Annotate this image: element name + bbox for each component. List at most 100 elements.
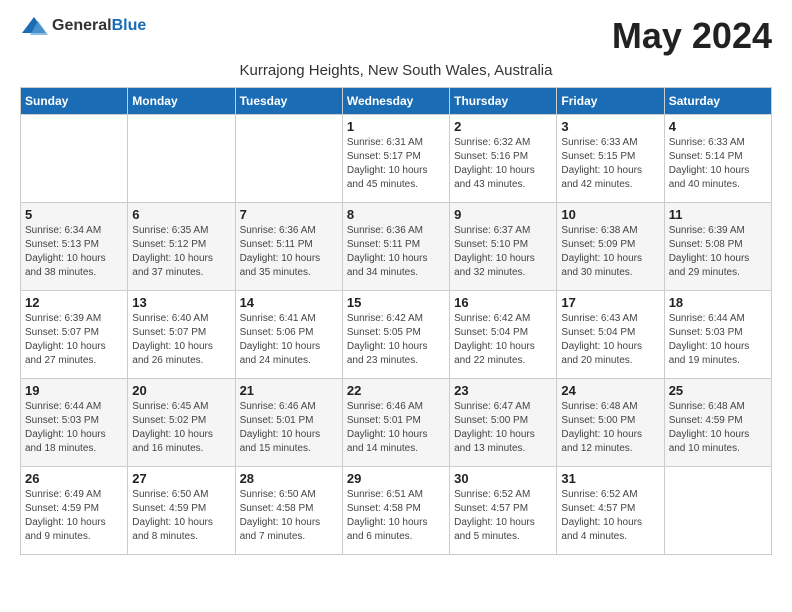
day-info: Sunrise: 6:50 AM Sunset: 4:58 PM Dayligh…: [240, 488, 338, 544]
table-row: 29 Sunrise: 6:51 AM Sunset: 4:58 PM Dayli…: [342, 467, 449, 555]
table-row: [128, 115, 235, 203]
table-row: 12Sunrise: 6:39 AM Sunset: 5:07 PM Dayli…: [21, 291, 128, 379]
logo: GeneralBlue: [20, 15, 146, 37]
day-info: Sunrise: 6:52 AM Sunset: 4:57 PM Dayligh…: [454, 488, 552, 544]
table-row: 5 Sunrise: 6:34 AM Sunset: 5:13 PM Daylig…: [21, 203, 128, 291]
day-number: 23: [454, 383, 552, 398]
table-row: 25 Sunrise: 6:48 AM Sunset: 4:59 PM Dayli…: [664, 379, 771, 467]
day-info: Sunrise: 6:51 AM Sunset: 4:58 PM Dayligh…: [347, 488, 445, 544]
table-row: 23 Sunrise: 6:47 AM Sunset: 5:00 PM Dayli…: [450, 379, 557, 467]
day-number: 5: [25, 207, 123, 222]
day-info: Sunrise: 6:42 AM Sunset: 5:05 PM Dayligh…: [347, 312, 445, 368]
day-number: 11: [669, 207, 767, 222]
day-number: 2: [454, 119, 552, 134]
table-row: 7 Sunrise: 6:36 AM Sunset: 5:11 PM Daylig…: [235, 203, 342, 291]
day-info: Sunrise: 6:35 AM Sunset: 5:12 PM Dayligh…: [132, 224, 230, 280]
table-row: 22Sunrise: 6:46 AM Sunset: 5:01 PM Dayli…: [342, 379, 449, 467]
day-info: Sunrise: 6:32 AM Sunset: 5:16 PM Dayligh…: [454, 136, 552, 192]
day-number: 22: [347, 383, 445, 398]
table-row: 6 Sunrise: 6:35 AM Sunset: 5:12 PM Daylig…: [128, 203, 235, 291]
calendar-week-5: 26 Sunrise: 6:49 AM Sunset: 4:59 PM Dayli…: [21, 467, 772, 555]
table-row: 27 Sunrise: 6:50 AM Sunset: 4:59 PM Dayli…: [128, 467, 235, 555]
day-info: Sunrise: 6:42 AM Sunset: 5:04 PM Dayligh…: [454, 312, 552, 368]
day-number: 19: [25, 383, 123, 398]
day-number: 4: [669, 119, 767, 134]
day-number: 25: [669, 383, 767, 398]
table-row: 14Sunrise: 6:41 AM Sunset: 5:06 PM Dayli…: [235, 291, 342, 379]
table-row: [664, 467, 771, 555]
day-info: Sunrise: 6:46 AM Sunset: 5:01 PM Dayligh…: [240, 400, 338, 456]
day-number: 16: [454, 295, 552, 310]
day-info: Sunrise: 6:36 AM Sunset: 5:11 PM Dayligh…: [240, 224, 338, 280]
calendar-table: Sunday Monday Tuesday Wednesday Thursday…: [20, 87, 772, 555]
day-number: 10: [561, 207, 659, 222]
table-row: 24 Sunrise: 6:48 AM Sunset: 5:00 PM Dayli…: [557, 379, 664, 467]
table-row: 18 Sunrise: 6:44 AM Sunset: 5:03 PM Dayli…: [664, 291, 771, 379]
day-info: Sunrise: 6:44 AM Sunset: 5:03 PM Dayligh…: [669, 312, 767, 368]
day-info: Sunrise: 6:48 AM Sunset: 4:59 PM Dayligh…: [669, 400, 767, 456]
day-info: Sunrise: 6:41 AM Sunset: 5:06 PM Dayligh…: [240, 312, 338, 368]
day-info: Sunrise: 6:49 AM Sunset: 4:59 PM Dayligh…: [25, 488, 123, 544]
header: GeneralBlue May 2024: [20, 15, 772, 57]
table-row: 28Sunrise: 6:50 AM Sunset: 4:58 PM Dayli…: [235, 467, 342, 555]
day-number: 20: [132, 383, 230, 398]
table-row: 10 Sunrise: 6:38 AM Sunset: 5:09 PM Dayli…: [557, 203, 664, 291]
day-number: 3: [561, 119, 659, 134]
table-row: 20 Sunrise: 6:45 AM Sunset: 5:02 PM Dayli…: [128, 379, 235, 467]
table-row: [21, 115, 128, 203]
day-info: Sunrise: 6:45 AM Sunset: 5:02 PM Dayligh…: [132, 400, 230, 456]
col-saturday: Saturday: [664, 88, 771, 115]
table-row: 1 Sunrise: 6:31 AM Sunset: 5:17 PM Daylig…: [342, 115, 449, 203]
logo-icon: [20, 15, 48, 37]
table-row: 9 Sunrise: 6:37 AM Sunset: 5:10 PM Daylig…: [450, 203, 557, 291]
day-info: Sunrise: 6:36 AM Sunset: 5:11 PM Dayligh…: [347, 224, 445, 280]
day-number: 8: [347, 207, 445, 222]
day-number: 13: [132, 295, 230, 310]
day-number: 15: [347, 295, 445, 310]
day-info: Sunrise: 6:31 AM Sunset: 5:17 PM Dayligh…: [347, 136, 445, 192]
col-friday: Friday: [557, 88, 664, 115]
table-row: 8 Sunrise: 6:36 AM Sunset: 5:11 PM Daylig…: [342, 203, 449, 291]
day-info: Sunrise: 6:33 AM Sunset: 5:14 PM Dayligh…: [669, 136, 767, 192]
table-row: 13Sunrise: 6:40 AM Sunset: 5:07 PM Dayli…: [128, 291, 235, 379]
day-info: Sunrise: 6:52 AM Sunset: 4:57 PM Dayligh…: [561, 488, 659, 544]
day-info: Sunrise: 6:47 AM Sunset: 5:00 PM Dayligh…: [454, 400, 552, 456]
day-info: Sunrise: 6:38 AM Sunset: 5:09 PM Dayligh…: [561, 224, 659, 280]
table-row: 19 Sunrise: 6:44 AM Sunset: 5:03 PM Dayli…: [21, 379, 128, 467]
logo-blue: Blue: [112, 17, 147, 34]
logo-general: General: [52, 17, 112, 34]
col-thursday: Thursday: [450, 88, 557, 115]
title-area: May 2024: [612, 15, 772, 57]
calendar-week-1: 1 Sunrise: 6:31 AM Sunset: 5:17 PM Daylig…: [21, 115, 772, 203]
day-info: Sunrise: 6:44 AM Sunset: 5:03 PM Dayligh…: [25, 400, 123, 456]
table-row: 4 Sunrise: 6:33 AM Sunset: 5:14 PM Daylig…: [664, 115, 771, 203]
day-number: 9: [454, 207, 552, 222]
day-number: 6: [132, 207, 230, 222]
day-number: 29: [347, 471, 445, 486]
day-number: 31: [561, 471, 659, 486]
table-row: 11 Sunrise: 6:39 AM Sunset: 5:08 PM Dayli…: [664, 203, 771, 291]
table-row: 3 Sunrise: 6:33 AM Sunset: 5:15 PM Daylig…: [557, 115, 664, 203]
day-number: 7: [240, 207, 338, 222]
day-info: Sunrise: 6:33 AM Sunset: 5:15 PM Dayligh…: [561, 136, 659, 192]
location-title: Kurrajong Heights, New South Wales, Aust…: [20, 62, 772, 79]
table-row: 15 Sunrise: 6:42 AM Sunset: 5:05 PM Dayli…: [342, 291, 449, 379]
day-info: Sunrise: 6:39 AM Sunset: 5:07 PM Dayligh…: [25, 312, 123, 368]
day-number: 26: [25, 471, 123, 486]
day-info: Sunrise: 6:48 AM Sunset: 5:00 PM Dayligh…: [561, 400, 659, 456]
table-row: 30Sunrise: 6:52 AM Sunset: 4:57 PM Dayli…: [450, 467, 557, 555]
day-number: 27: [132, 471, 230, 486]
table-row: 21Sunrise: 6:46 AM Sunset: 5:01 PM Dayli…: [235, 379, 342, 467]
col-sunday: Sunday: [21, 88, 128, 115]
table-row: 2 Sunrise: 6:32 AM Sunset: 5:16 PM Daylig…: [450, 115, 557, 203]
day-number: 1: [347, 119, 445, 134]
day-info: Sunrise: 6:39 AM Sunset: 5:08 PM Dayligh…: [669, 224, 767, 280]
day-number: 18: [669, 295, 767, 310]
table-row: 17Sunrise: 6:43 AM Sunset: 5:04 PM Dayli…: [557, 291, 664, 379]
table-row: 26 Sunrise: 6:49 AM Sunset: 4:59 PM Dayli…: [21, 467, 128, 555]
day-number: 17: [561, 295, 659, 310]
day-number: 24: [561, 383, 659, 398]
day-info: Sunrise: 6:37 AM Sunset: 5:10 PM Dayligh…: [454, 224, 552, 280]
day-info: Sunrise: 6:34 AM Sunset: 5:13 PM Dayligh…: [25, 224, 123, 280]
day-info: Sunrise: 6:50 AM Sunset: 4:59 PM Dayligh…: [132, 488, 230, 544]
